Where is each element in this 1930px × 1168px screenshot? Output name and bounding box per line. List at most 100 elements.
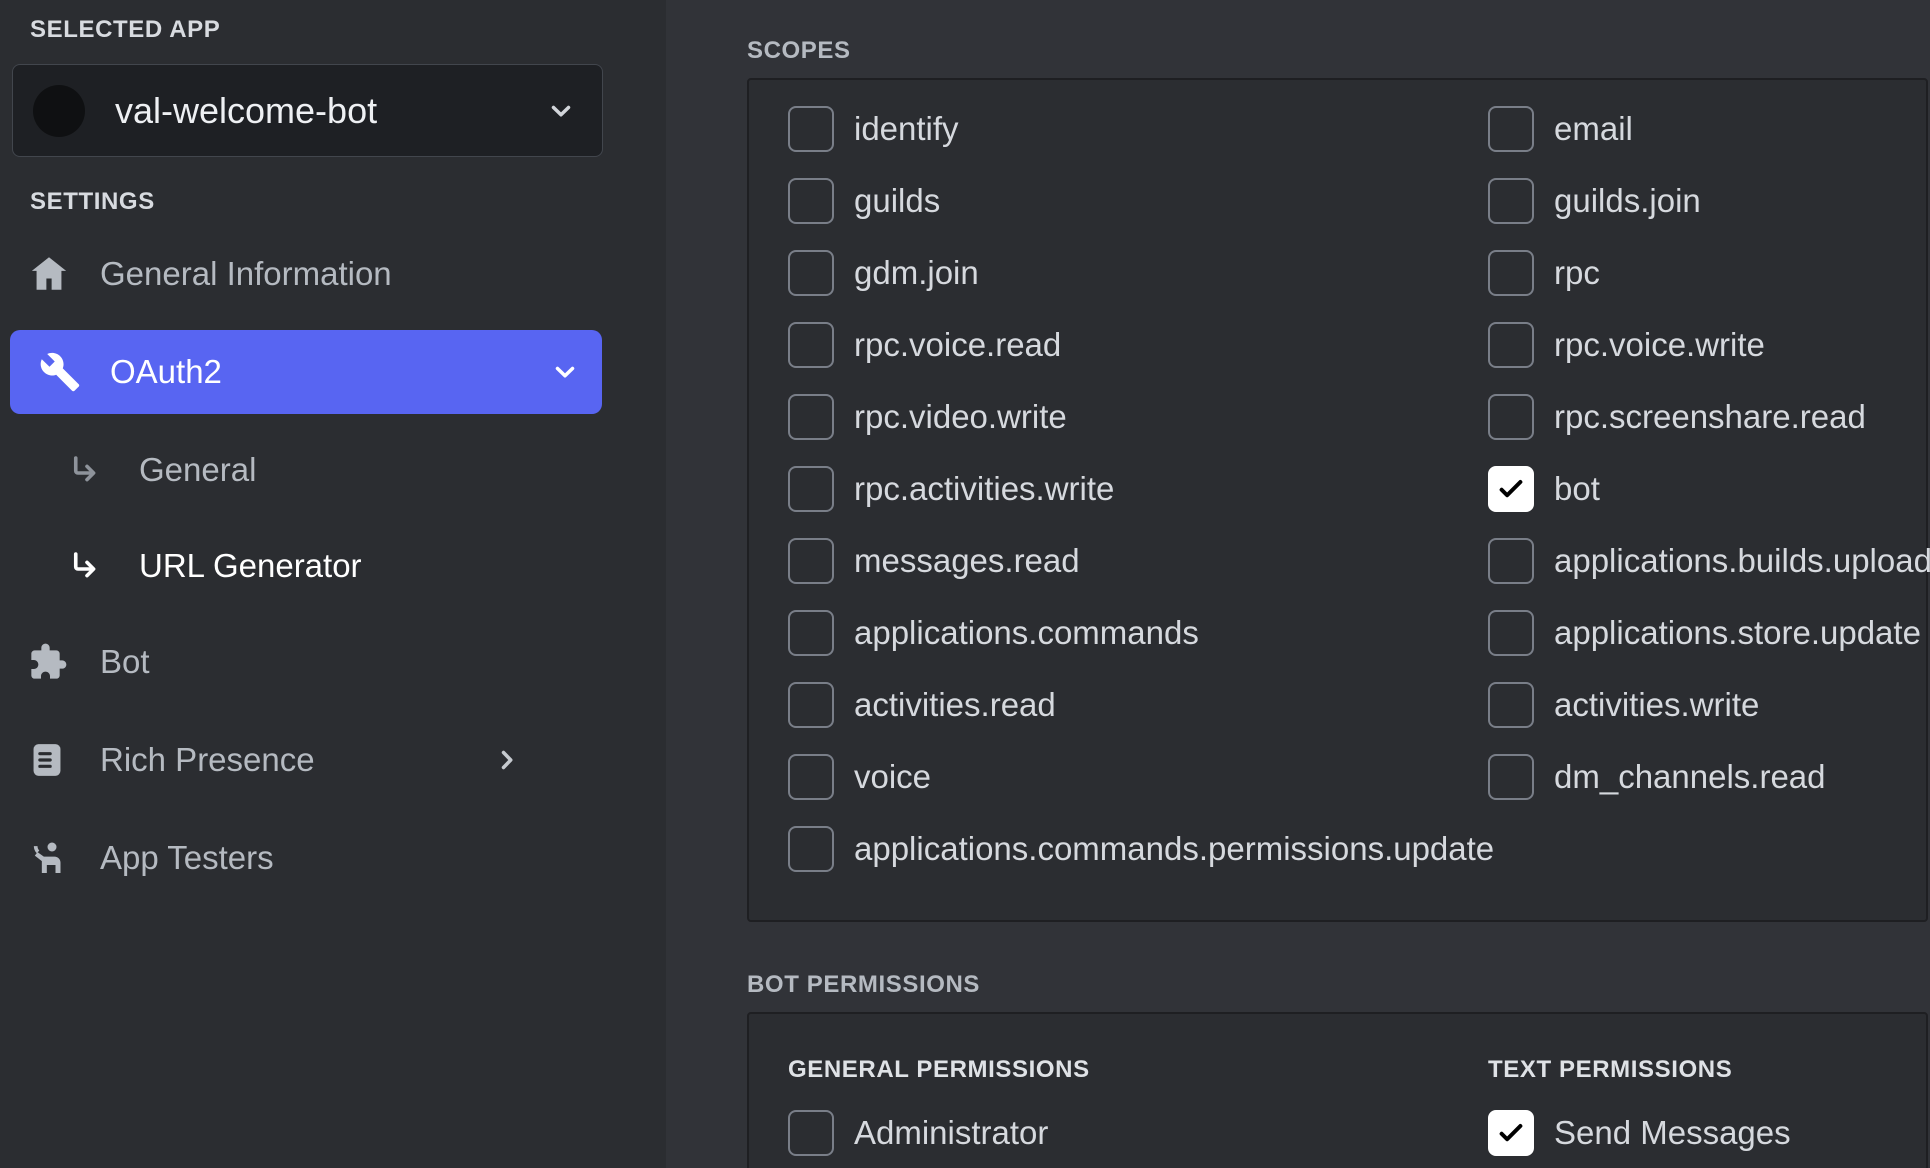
permission-send-messages[interactable]: Send Messages — [1488, 1094, 1926, 1168]
scope-applications-commands-permissions-update[interactable]: applications.commands.permissions.update — [788, 813, 1926, 885]
text-permissions-heading: TEXT PERMISSIONS — [1488, 1056, 1926, 1084]
scope-identify[interactable]: identify — [788, 93, 1488, 165]
checkbox-rpc-screenshare-read[interactable] — [1488, 394, 1534, 440]
checkbox-applications-commands[interactable] — [788, 610, 834, 656]
scope-applications-commands[interactable]: applications.commands — [788, 597, 1488, 669]
scope-activities-read[interactable]: activities.read — [788, 669, 1488, 741]
check-icon — [1496, 474, 1526, 504]
checkbox-gdm-join[interactable] — [788, 250, 834, 296]
scopes-heading: SCOPES — [747, 37, 851, 65]
scope-label: applications.commands.permissions.update — [854, 830, 1494, 868]
scope-label: activities.read — [854, 686, 1056, 724]
bot-permissions-panel: GENERAL PERMISSIONS Administrator TEXT P… — [747, 1012, 1928, 1168]
scope-row: identify email — [788, 93, 1926, 165]
scope-applications-store-update[interactable]: applications.store.update — [1488, 597, 1926, 669]
scope-label: rpc.voice.read — [854, 326, 1061, 364]
checkbox-bot[interactable] — [1488, 466, 1534, 512]
person-wave-icon — [28, 838, 70, 878]
scope-dm-channels-read[interactable]: dm_channels.read — [1488, 741, 1926, 813]
scope-row: messages.read applications.builds.upload — [788, 525, 1926, 597]
checkbox-applications-commands-permissions-update[interactable] — [788, 826, 834, 872]
scope-guilds-join[interactable]: guilds.join — [1488, 165, 1926, 237]
checkbox-applications-store-update[interactable] — [1488, 610, 1534, 656]
scope-gdm-join[interactable]: gdm.join — [788, 237, 1488, 309]
scope-messages-read[interactable]: messages.read — [788, 525, 1488, 597]
checkbox-messages-read[interactable] — [788, 538, 834, 584]
checkbox-rpc[interactable] — [1488, 250, 1534, 296]
scope-row: applications.commands.permissions.update — [788, 813, 1926, 885]
checkbox-email[interactable] — [1488, 106, 1534, 152]
chevron-down-icon — [550, 357, 580, 387]
sidebar-item-rich-presence[interactable]: Rich Presence — [0, 712, 604, 808]
scope-label: guilds.join — [1554, 182, 1701, 220]
permission-label: Send Messages — [1554, 1114, 1791, 1152]
sidebar-item-label: General Information — [100, 255, 392, 293]
scope-label: email — [1554, 110, 1633, 148]
checkbox-dm-channels-read[interactable] — [1488, 754, 1534, 800]
selected-app-heading: SELECTED APP — [30, 16, 220, 44]
scope-rpc-activities-write[interactable]: rpc.activities.write — [788, 453, 1488, 525]
scope-label: dm_channels.read — [1554, 758, 1826, 796]
scope-rpc-screenshare-read[interactable]: rpc.screenshare.read — [1488, 381, 1926, 453]
scope-label: rpc — [1554, 254, 1600, 292]
scope-label: rpc.screenshare.read — [1554, 398, 1866, 436]
scope-rpc-video-write[interactable]: rpc.video.write — [788, 381, 1488, 453]
scope-label: messages.read — [854, 542, 1080, 580]
checkbox-voice[interactable] — [788, 754, 834, 800]
checkbox-rpc-video-write[interactable] — [788, 394, 834, 440]
scope-guilds[interactable]: guilds — [788, 165, 1488, 237]
scope-rpc[interactable]: rpc — [1488, 237, 1926, 309]
check-icon — [1496, 1118, 1526, 1148]
permission-label: Administrator — [854, 1114, 1048, 1152]
scope-label: rpc.activities.write — [854, 470, 1114, 508]
sidebar-item-label: OAuth2 — [110, 353, 222, 391]
sidebar-item-oauth2-general[interactable]: General — [0, 422, 604, 518]
sidebar-item-oauth2[interactable]: OAuth2 — [10, 330, 602, 414]
checkbox-applications-builds-upload[interactable] — [1488, 538, 1534, 584]
scope-label: applications.builds.upload — [1554, 542, 1930, 580]
scope-rpc-voice-read[interactable]: rpc.voice.read — [788, 309, 1488, 381]
app-select-value: val-welcome-bot — [115, 90, 546, 132]
main-content: SCOPES identify email guilds — [666, 0, 1930, 1168]
scope-activities-write[interactable]: activities.write — [1488, 669, 1926, 741]
scope-applications-builds-upload[interactable]: applications.builds.upload — [1488, 525, 1930, 597]
sub-arrow-icon — [66, 452, 102, 488]
checkbox-guilds[interactable] — [788, 178, 834, 224]
scope-row: guilds guilds.join — [788, 165, 1926, 237]
checkbox-activities-read[interactable] — [788, 682, 834, 728]
wrench-icon — [39, 351, 81, 393]
checkbox-guilds-join[interactable] — [1488, 178, 1534, 224]
sidebar-item-label: Bot — [100, 643, 150, 681]
sidebar-item-url-generator[interactable]: URL Generator — [0, 518, 604, 614]
scope-email[interactable]: email — [1488, 93, 1926, 165]
sidebar-item-label: App Testers — [100, 839, 274, 877]
scope-label: gdm.join — [854, 254, 979, 292]
scope-label: applications.store.update — [1554, 614, 1921, 652]
checkbox-rpc-activities-write[interactable] — [788, 466, 834, 512]
app-select-dropdown[interactable]: val-welcome-bot — [12, 64, 603, 157]
sidebar-item-label: URL Generator — [139, 547, 362, 585]
general-permissions-column: GENERAL PERMISSIONS Administrator — [788, 1056, 1488, 1168]
sidebar-item-label: General — [139, 451, 256, 489]
sidebar-item-app-testers[interactable]: App Testers — [0, 810, 604, 906]
checkbox-rpc-voice-read[interactable] — [788, 322, 834, 368]
scope-row: rpc.activities.write bot — [788, 453, 1926, 525]
scope-label: guilds — [854, 182, 940, 220]
home-icon — [28, 253, 70, 295]
scope-bot[interactable]: bot — [1488, 453, 1926, 525]
sidebar-item-general-information[interactable]: General Information — [0, 226, 604, 322]
scope-voice[interactable]: voice — [788, 741, 1488, 813]
scope-rpc-voice-write[interactable]: rpc.voice.write — [1488, 309, 1926, 381]
checkbox-identify[interactable] — [788, 106, 834, 152]
sidebar-item-bot[interactable]: Bot — [0, 614, 604, 710]
scope-row: rpc.voice.read rpc.voice.write — [788, 309, 1926, 381]
scope-row: activities.read activities.write — [788, 669, 1926, 741]
checkbox-send-messages[interactable] — [1488, 1110, 1534, 1156]
document-icon — [28, 740, 66, 780]
checkbox-rpc-voice-write[interactable] — [1488, 322, 1534, 368]
permission-administrator[interactable]: Administrator — [788, 1094, 1488, 1168]
checkbox-administrator[interactable] — [788, 1110, 834, 1156]
bot-permissions-heading: BOT PERMISSIONS — [747, 971, 980, 999]
checkbox-activities-write[interactable] — [1488, 682, 1534, 728]
sub-arrow-icon — [66, 548, 102, 584]
